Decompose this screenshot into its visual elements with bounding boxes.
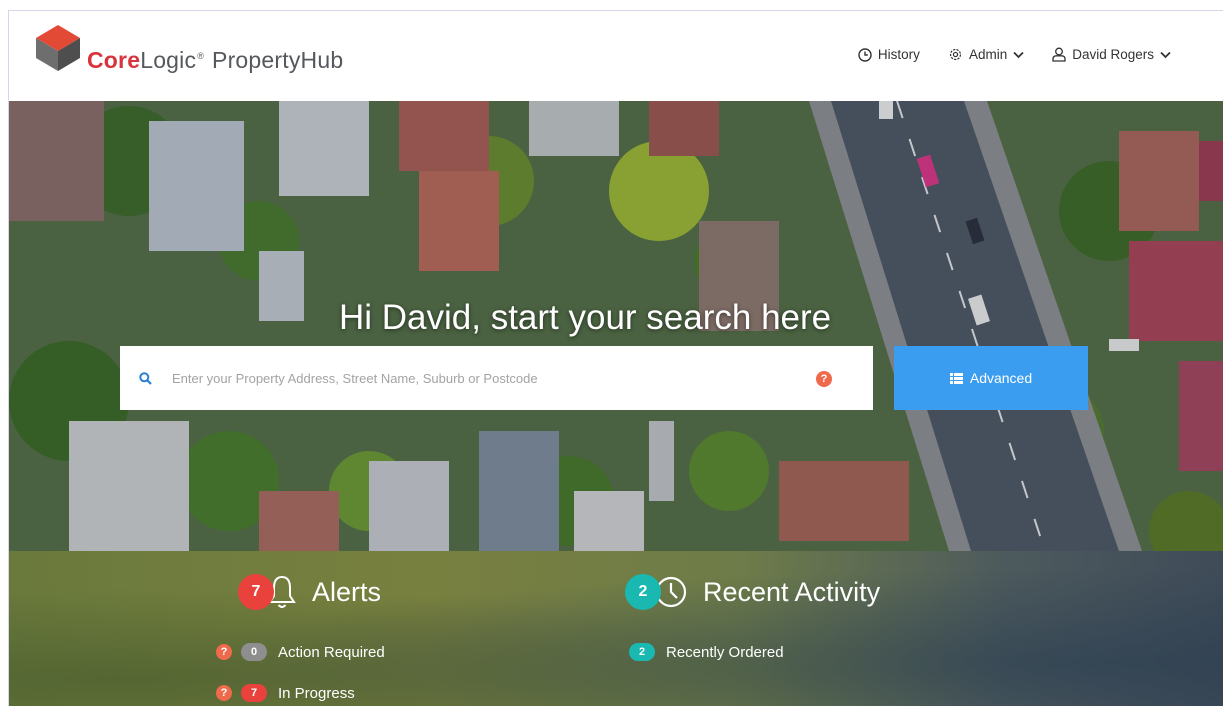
gear-icon: [949, 48, 962, 61]
recent-activity-header[interactable]: 2 Recent Activity: [625, 574, 880, 610]
advanced-search-label: Advanced: [969, 370, 1033, 386]
summary-panel: 7 Alerts ? 0 Action Required ? 7 In Prog…: [9, 551, 1223, 706]
in-progress-count: 7: [241, 684, 267, 702]
hero-banner: Hi David, start your search here ? Advan…: [9, 101, 1223, 551]
alert-item-action-required[interactable]: ? 0 Action Required: [216, 643, 385, 661]
advanced-search-button[interactable]: Advanced: [894, 346, 1088, 410]
band-background: [9, 551, 1223, 706]
hero-greeting: Hi David, start your search here: [339, 298, 832, 337]
activity-item-recently-ordered[interactable]: 2 Recently Ordered: [629, 643, 784, 661]
recent-activity-count-badge: 2: [625, 574, 661, 610]
top-header: CoreLogic® PropertyHub History Admin Dav…: [9, 11, 1223, 101]
alerts-title: Alerts: [312, 576, 382, 607]
help-icon[interactable]: ?: [216, 685, 232, 701]
nav-history[interactable]: History: [858, 47, 920, 62]
in-progress-label: In Progress: [278, 684, 355, 702]
action-required-count: 0: [241, 643, 267, 661]
alert-item-in-progress[interactable]: ? 7 In Progress: [216, 684, 355, 702]
recently-ordered-label: Recently Ordered: [666, 643, 784, 661]
brand-core: Core: [87, 47, 141, 73]
nav-admin-label: Admin: [968, 47, 1008, 62]
corelogic-logo-icon[interactable]: [33, 23, 83, 73]
nav-user[interactable]: David Rogers: [1052, 47, 1171, 62]
search-bar: ?: [120, 346, 873, 410]
recently-ordered-count: 2: [629, 643, 655, 661]
list-icon: [949, 372, 963, 384]
action-required-label: Action Required: [278, 643, 385, 661]
alerts-header[interactable]: 7 Alerts: [238, 574, 381, 610]
help-icon[interactable]: ?: [216, 644, 232, 660]
brand-logic: Logic: [140, 47, 197, 73]
app-window: CoreLogic® PropertyHub History Admin Dav…: [8, 10, 1223, 706]
nav-history-label: History: [877, 47, 920, 62]
brand-name: CoreLogic® PropertyHub: [87, 47, 343, 74]
search-help-icon[interactable]: ?: [816, 371, 832, 387]
chevron-down-icon: [1013, 51, 1024, 58]
user-icon: [1052, 47, 1066, 62]
search-input[interactable]: [172, 366, 792, 390]
search-icon[interactable]: [139, 372, 152, 385]
chevron-down-icon: [1160, 51, 1171, 58]
recent-activity-title: Recent Activity: [703, 576, 881, 607]
clock-icon: [858, 47, 872, 62]
nav-admin[interactable]: Admin: [948, 47, 1024, 62]
brand-registered-mark: ®: [197, 51, 205, 62]
alerts-count-badge: 7: [238, 574, 274, 610]
top-nav: History Admin David Rogers: [858, 47, 1171, 62]
brand-product: PropertyHub: [212, 47, 344, 73]
nav-user-label: David Rogers: [1072, 47, 1154, 62]
